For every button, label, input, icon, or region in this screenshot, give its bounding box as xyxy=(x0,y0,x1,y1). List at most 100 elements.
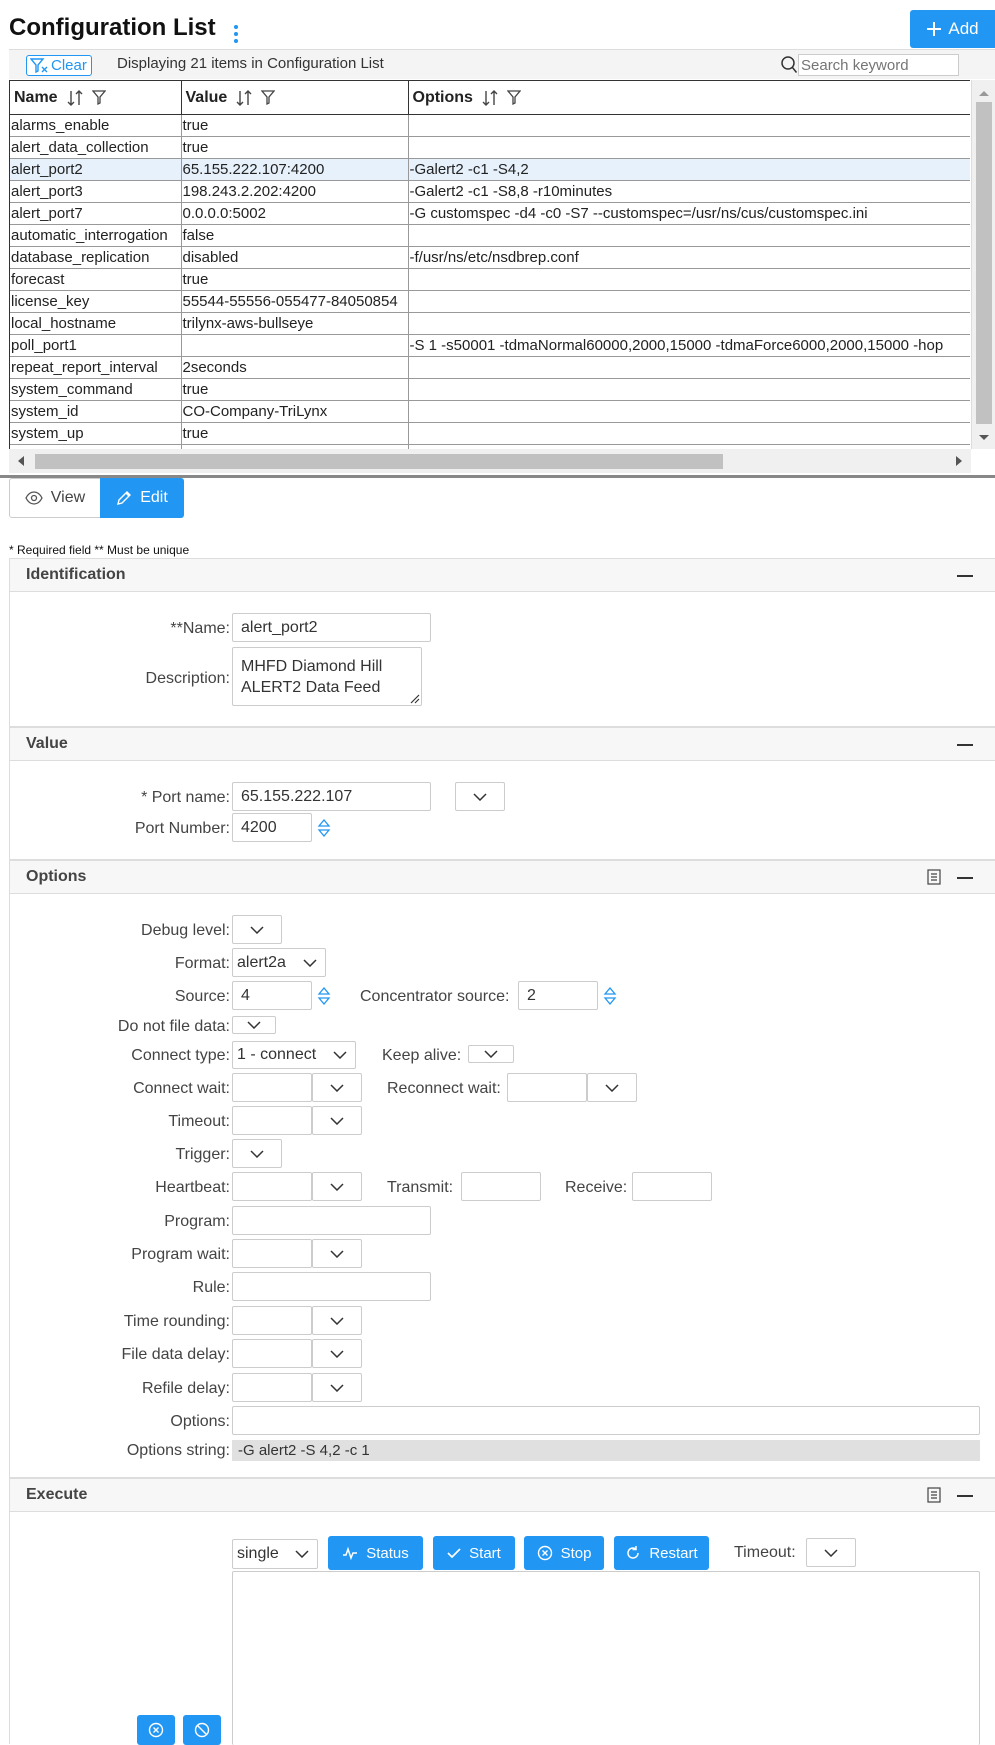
cell-options xyxy=(408,356,970,379)
reconnect-wait-unit-dropdown[interactable] xyxy=(587,1073,637,1102)
grid-horizontal-scrollbar[interactable] xyxy=(9,449,971,473)
add-button-label: Add xyxy=(948,19,979,38)
spinner-icon[interactable] xyxy=(603,985,617,1007)
identification-header[interactable]: Identification xyxy=(10,559,995,592)
vertical-scroll-thumb[interactable] xyxy=(976,102,992,424)
start-button[interactable]: Start xyxy=(433,1536,515,1570)
grid-vertical-scrollbar[interactable] xyxy=(971,80,995,449)
execute-header[interactable]: Execute xyxy=(10,1479,995,1512)
port-number-field[interactable]: 4200 xyxy=(232,813,312,842)
format-dropdown[interactable]: alert2a xyxy=(232,948,326,977)
scroll-down-icon[interactable] xyxy=(972,427,995,447)
collapse-icon[interactable] xyxy=(957,1495,973,1497)
column-header-name[interactable]: Name xyxy=(10,80,182,115)
source-field[interactable]: 4 xyxy=(232,981,312,1010)
sort-icon[interactable] xyxy=(235,89,253,107)
table-row[interactable]: poll_port1 -S 1 -s50001 -tdmaNormal60000,… xyxy=(10,334,970,357)
trigger-dropdown[interactable] xyxy=(232,1139,282,1168)
stop-button[interactable]: Stop xyxy=(524,1536,604,1570)
table-row[interactable]: system_command true xyxy=(10,378,970,401)
connect-wait-unit-dropdown[interactable] xyxy=(312,1073,362,1102)
time-rounding-unit-dropdown[interactable] xyxy=(312,1306,362,1335)
heartbeat-field[interactable] xyxy=(232,1172,312,1201)
value-header[interactable]: Value xyxy=(10,728,995,761)
scroll-right-icon[interactable] xyxy=(949,449,969,473)
program-wait-field[interactable] xyxy=(232,1239,312,1268)
spinner-icon[interactable] xyxy=(317,985,331,1007)
debug-level-dropdown[interactable] xyxy=(232,915,282,944)
column-header-value[interactable]: Value xyxy=(181,80,409,115)
sort-icon[interactable] xyxy=(66,89,84,107)
document-icon[interactable] xyxy=(927,1487,941,1503)
table-row[interactable]: alarms_enable true xyxy=(10,114,970,137)
name-field[interactable]: alert_port2 xyxy=(232,613,431,642)
chevron-down-icon xyxy=(247,1021,261,1029)
transmit-field[interactable] xyxy=(461,1172,541,1201)
file-data-delay-field[interactable] xyxy=(232,1339,312,1368)
connect-wait-field[interactable] xyxy=(232,1073,312,1102)
refile-delay-field[interactable] xyxy=(232,1373,312,1402)
search-input[interactable] xyxy=(798,54,959,76)
time-rounding-field[interactable] xyxy=(232,1306,312,1335)
do-not-file-dropdown[interactable] xyxy=(232,1016,276,1034)
collapse-icon[interactable] xyxy=(957,744,973,746)
connect-type-dropdown[interactable]: 1 - connect xyxy=(232,1041,356,1069)
scroll-left-icon[interactable] xyxy=(11,449,31,473)
keep-alive-dropdown[interactable] xyxy=(468,1045,514,1063)
table-row[interactable]: database_replication disabled -f/usr/ns/et… xyxy=(10,246,970,269)
file-data-delay-unit-dropdown[interactable] xyxy=(312,1339,362,1368)
table-row[interactable]: alert_data_collection true xyxy=(10,136,970,159)
view-mode-button[interactable]: View xyxy=(9,478,101,518)
options-string-label: Options string: xyxy=(126,1442,230,1459)
timeout-field[interactable] xyxy=(232,1106,312,1135)
table-row[interactable]: system_id CO-Company-TriLynx xyxy=(10,400,970,423)
document-icon[interactable] xyxy=(927,869,941,885)
filter-icon[interactable] xyxy=(261,89,276,106)
port-name-dropdown[interactable] xyxy=(455,782,505,811)
sort-icon[interactable] xyxy=(481,89,499,107)
output-console[interactable] xyxy=(232,1571,980,1745)
receive-field[interactable] xyxy=(632,1172,712,1201)
description-field[interactable]: MHFD Diamond Hill ALERT2 Data Feed xyxy=(232,647,422,706)
table-row[interactable]: local_hostname trilynx-aws-bullseye xyxy=(10,312,970,335)
table-row[interactable]: system_up true xyxy=(10,422,970,445)
table-row[interactable]: license_key 55544-55556-055477-84050854 xyxy=(10,290,970,313)
collapse-icon[interactable] xyxy=(957,575,973,577)
kebab-menu-icon[interactable] xyxy=(231,23,241,45)
program-wait-unit-dropdown[interactable] xyxy=(312,1239,362,1268)
collapse-icon[interactable] xyxy=(957,877,973,879)
rule-field[interactable] xyxy=(232,1272,431,1301)
table-row[interactable]: repeat_report_interval 2seconds xyxy=(10,356,970,379)
filter-icon[interactable] xyxy=(91,89,106,106)
timeout-unit-dropdown[interactable] xyxy=(312,1106,362,1135)
port-name-field[interactable]: 65.155.222.107 xyxy=(232,782,431,811)
concentrator-source-field[interactable]: 2 xyxy=(518,981,598,1010)
reconnect-wait-field[interactable] xyxy=(507,1073,587,1102)
table-row[interactable]: forecast true xyxy=(10,268,970,291)
table-row[interactable]: alert_port7 0.0.0.0:5002 -G customspec -d4… xyxy=(10,202,970,225)
clear-filter-button[interactable]: Clear xyxy=(26,55,92,76)
status-button[interactable]: Status xyxy=(328,1536,423,1570)
edit-mode-button[interactable]: Edit xyxy=(100,478,184,518)
spinner-icon[interactable] xyxy=(317,817,331,839)
heartbeat-unit-dropdown[interactable] xyxy=(312,1172,362,1201)
table-row[interactable]: alert_port3 198.243.2.202:4200 -Galert2 -c… xyxy=(10,180,970,203)
execute-timeout-dropdown[interactable] xyxy=(806,1538,856,1567)
execute-mode-dropdown[interactable]: single xyxy=(232,1539,318,1569)
column-header-options[interactable]: Options xyxy=(408,80,970,115)
resize-handle-icon[interactable] xyxy=(408,692,420,704)
table-row[interactable]: automatic_interrogation false xyxy=(10,224,970,247)
program-field[interactable] xyxy=(232,1206,431,1235)
restart-button[interactable]: Restart xyxy=(614,1536,709,1570)
table-row[interactable]: alert_port2 65.155.222.107:4200 -Galert2 -… xyxy=(10,158,970,181)
refile-delay-unit-dropdown[interactable] xyxy=(312,1373,362,1402)
heartbeat-label: Heartbeat: xyxy=(155,1179,230,1196)
cancel-button[interactable] xyxy=(183,1715,221,1745)
options-field[interactable] xyxy=(232,1406,980,1435)
options-header[interactable]: Options xyxy=(10,861,995,894)
horizontal-scroll-thumb[interactable] xyxy=(35,454,723,469)
add-button[interactable]: Add xyxy=(910,10,995,48)
filter-icon[interactable] xyxy=(506,89,521,106)
scroll-up-icon[interactable] xyxy=(972,84,995,104)
clear-output-button[interactable] xyxy=(137,1715,175,1745)
